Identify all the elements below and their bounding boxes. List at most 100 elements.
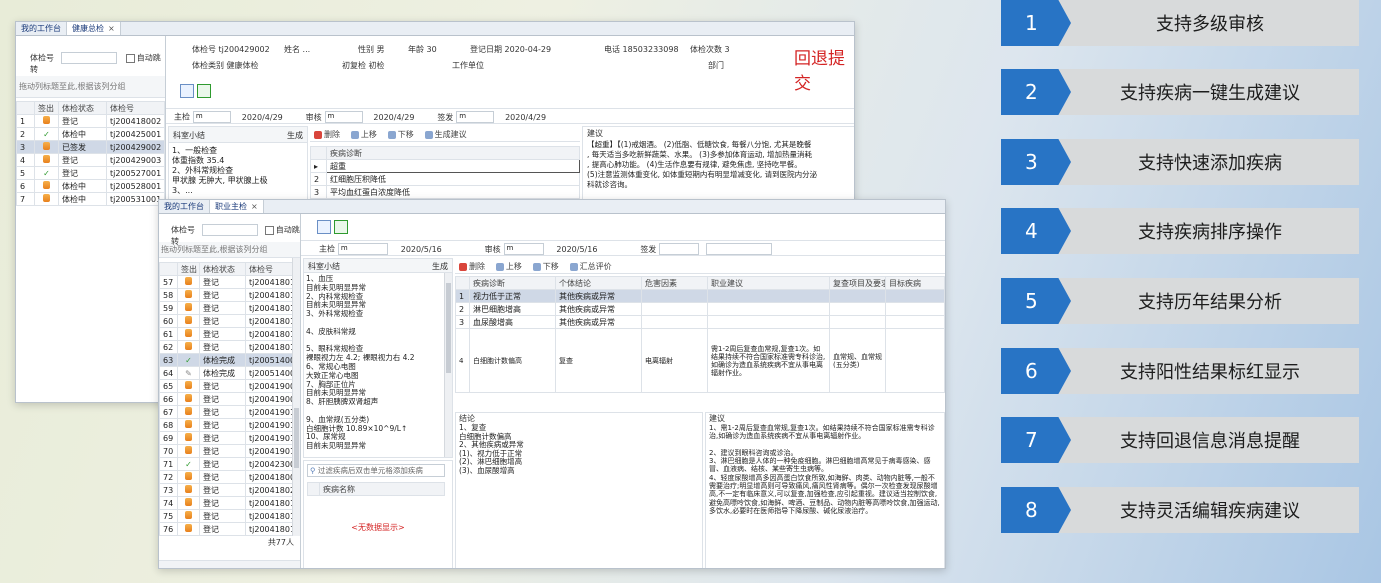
table-row[interactable]: 64 ✎ 体检完成tj200514002	[159, 366, 293, 380]
generate-button[interactable]: 生成	[432, 261, 448, 272]
grid-cell-risk[interactable]	[641, 315, 708, 329]
grid-cell-advice[interactable]	[707, 315, 830, 329]
auto-jump-checkbox[interactable]	[264, 225, 274, 235]
delete-button[interactable]: 删除	[314, 129, 340, 140]
form-view-icon[interactable]	[317, 220, 331, 234]
col-header[interactable]: 复查项目及要求	[829, 276, 886, 290]
col-header[interactable]: 疾病诊断	[469, 276, 556, 290]
main-check-date[interactable]: 2020/5/16	[401, 245, 442, 254]
col-header[interactable]: 体检号	[245, 262, 293, 276]
main-check-input[interactable]: m	[337, 243, 388, 255]
main-check-date[interactable]: 2020/4/29	[242, 113, 283, 122]
grid-cell-target[interactable]	[885, 289, 945, 303]
summary-scrollbar[interactable]	[444, 273, 452, 457]
table-row[interactable]: 74 登记tj200418017	[159, 496, 293, 510]
table-row[interactable]: 3 已签发 tj200429002	[16, 140, 165, 154]
grid-cell-advice[interactable]	[707, 302, 830, 316]
tab-occupational-check[interactable]: 职业主检 ×	[210, 200, 264, 213]
summary-text[interactable]: 1、血压 目前未见明显异常 2、内科常规检查 目前未见明显异常 3、外科常规检查…	[304, 273, 452, 457]
grid-cell-risk[interactable]	[641, 302, 708, 316]
grid-view-icon[interactable]	[334, 220, 348, 234]
move-up-button[interactable]: 上移	[350, 129, 377, 140]
col-header[interactable]: 危害因素	[641, 276, 708, 290]
grid-cell-target[interactable]	[885, 328, 945, 393]
table-row[interactable]: 59 登记tj200418012	[159, 301, 293, 315]
table-row[interactable]: 4 白细胞计数偏高 复查 电离辐射 需1-2周后复查血常规,复查1次。如结果持续不符合国…	[455, 328, 945, 393]
form-view-icon[interactable]	[180, 84, 194, 98]
grid-cell-recheck[interactable]	[829, 315, 886, 329]
table-row[interactable]: 58 登记tj200418011	[159, 288, 293, 302]
grid-cell-risk[interactable]: 电离辐射	[641, 328, 708, 393]
main-check-input[interactable]: m	[192, 111, 231, 123]
tab-health-check[interactable]: 健康总检 ×	[67, 22, 121, 35]
table-row[interactable]: ▸ 超重	[310, 159, 580, 173]
review-input[interactable]: m	[503, 243, 544, 255]
disease-cell[interactable]: 平均血红蛋白浓度降低	[326, 185, 580, 199]
grid-cell-concl[interactable]: 复查	[555, 328, 642, 393]
grid-cell-diag[interactable]: 血尿酸增高	[469, 315, 556, 329]
col-header[interactable]	[16, 101, 35, 115]
table-row[interactable]: 3 平均血红蛋白浓度降低	[310, 185, 580, 199]
table-row[interactable]: 65 登记tj200419005	[159, 379, 293, 393]
col-header[interactable]: 体检状态	[58, 101, 107, 115]
grid-cell-recheck[interactable]	[829, 302, 886, 316]
exam-no-input[interactable]	[60, 52, 117, 64]
summary-evaluation-button[interactable]: 汇总评价	[569, 261, 612, 272]
review-date[interactable]: 2020/4/29	[373, 113, 414, 122]
col-header[interactable]: 体检号	[106, 101, 165, 115]
col-header[interactable]: 签出	[177, 262, 200, 276]
table-row[interactable]: 2 ✓ 体检中 tj200425001	[16, 127, 165, 141]
table-row[interactable]: 69 登记tj200419013	[159, 431, 293, 445]
close-icon[interactable]: ×	[251, 202, 258, 211]
table-row[interactable]: 73 登记tj200418020	[159, 483, 293, 497]
sign-input[interactable]: m	[456, 111, 495, 123]
table-row[interactable]: 70 登记tj200419014	[159, 444, 293, 458]
tab-workbench[interactable]: 我的工作台	[16, 22, 67, 35]
table-row[interactable]: 62 登记tj200418016	[159, 340, 293, 354]
review-date[interactable]: 2020/5/16	[556, 245, 597, 254]
table-row[interactable]: 4 登记 tj200429003	[16, 153, 165, 167]
move-down-button[interactable]: 下移	[532, 261, 559, 272]
table-row[interactable]: 6 体检中 tj200528001	[16, 179, 165, 193]
col-header[interactable]: 签出	[34, 101, 59, 115]
table-row[interactable]: 75 登记tj200418019	[159, 509, 293, 523]
table-row[interactable]: 77 登记tj200418013	[159, 535, 293, 536]
tab-workbench[interactable]: 我的工作台	[159, 200, 210, 213]
generate-advice-button[interactable]: 生成建议	[424, 129, 467, 140]
col-header[interactable]: 职业建议	[707, 276, 830, 290]
sign-date-select[interactable]	[706, 243, 773, 255]
grid-cell-n[interactable]: 2	[455, 302, 470, 316]
col-header[interactable]	[159, 262, 178, 276]
auto-jump-checkbox[interactable]	[125, 53, 135, 63]
grid-cell-diag[interactable]: 淋巴细胞增高	[469, 302, 556, 316]
grid-cell-concl[interactable]: 其他疾病或异常	[555, 289, 642, 303]
grid-cell-advice[interactable]: 需1-2周后复查血常规,复查1次。如结果持续不符合国家标准需专科诊治,如确诊为造…	[707, 328, 830, 393]
table-row[interactable]: 72 登记tj200418003	[159, 470, 293, 484]
table-row[interactable]: 60 登记tj200418014	[159, 314, 293, 328]
disease-cell[interactable]: 超重	[326, 159, 580, 173]
advice-text[interactable]: 1、需1-2周后复查血常规,复查1次。如结果持续不符合国家标准需专科诊治,如确诊…	[706, 424, 944, 515]
close-icon[interactable]: ×	[108, 24, 115, 33]
table-row[interactable]: 67 登记tj200419011	[159, 405, 293, 419]
disease-filter-input[interactable]: ⚲ 过滤疾病后双击单元格添加疾病	[307, 464, 445, 477]
sign-date[interactable]: 2020/4/29	[505, 113, 546, 122]
grid-cell-recheck[interactable]	[829, 289, 886, 303]
review-input[interactable]: m	[324, 111, 363, 123]
exam-no-input[interactable]	[201, 224, 258, 236]
table-row[interactable]: 57 登记tj200418010	[159, 275, 293, 289]
table-row[interactable]: 1 登记 tj200418002	[16, 114, 165, 128]
table-row[interactable]: 2 红细胞压积降低	[310, 172, 580, 186]
table-row[interactable]: 1 视力低于正常 其他疾病或异常	[455, 289, 945, 303]
scroll-thumb[interactable]	[446, 283, 451, 373]
sign-input[interactable]	[659, 243, 700, 255]
generate-button[interactable]: 生成	[287, 130, 303, 141]
summary-text[interactable]: 1、一般检查 体重指数 35.4 2、外科常规检查 甲状腺 无肿大, 甲状腺上极…	[169, 143, 307, 199]
table-row[interactable]: 7 体检中 tj200531001	[16, 192, 165, 206]
grid-cell-advice[interactable]	[707, 289, 830, 303]
grid-cell-concl[interactable]: 其他疾病或异常	[555, 315, 642, 329]
grid-cell-diag[interactable]: 视力低于正常	[469, 289, 556, 303]
conclusion-text[interactable]: 1、复查 白细胞计数偏高 2、其他疾病或异常 (1)、视力低于正常 (2)、淋巴…	[456, 423, 702, 475]
grid-cell-diag[interactable]: 白细胞计数偏高	[469, 328, 556, 393]
grid-cell-target[interactable]	[885, 302, 945, 316]
move-down-button[interactable]: 下移	[387, 129, 414, 140]
